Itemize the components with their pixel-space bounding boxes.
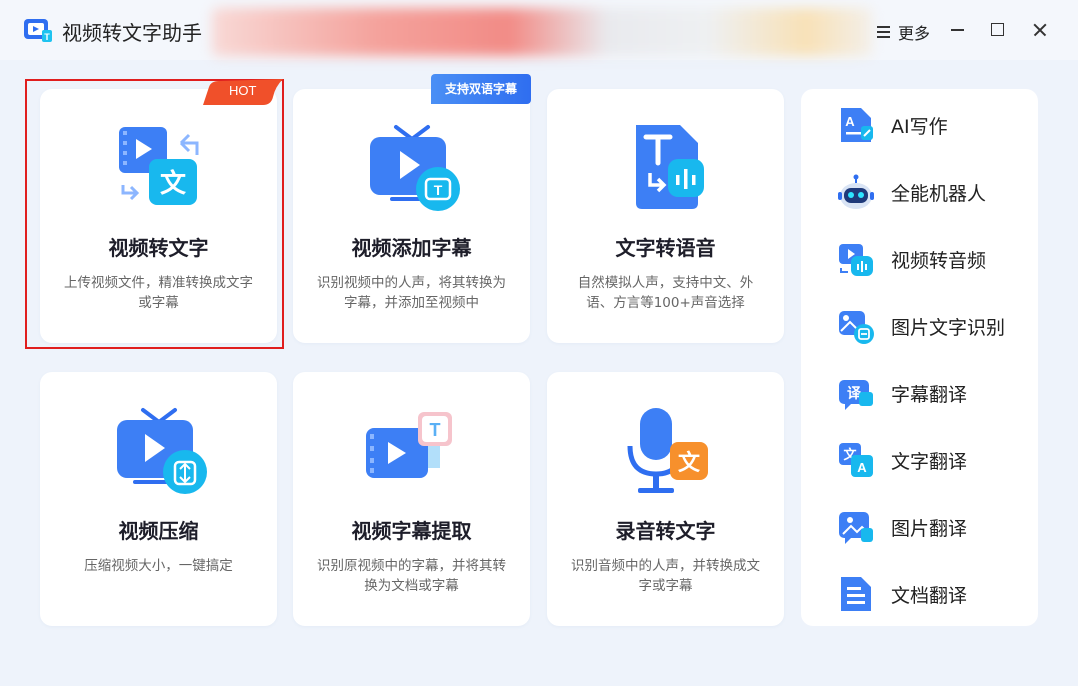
close-button[interactable] [1028, 18, 1052, 42]
side-item-label: AI写作 [891, 116, 948, 138]
svg-text:文: 文 [159, 168, 186, 199]
text-to-speech-icon [635, 125, 704, 209]
title-bar: T 视频转文字助手 更多 [0, 0, 1078, 60]
subtitle-translate-icon: 译 [839, 380, 873, 410]
side-item-label: 图片文字识别 [891, 317, 1006, 339]
card-audio-to-text[interactable]: 文 录音转文字 识别音频中的人声，并转换成文字或字幕 [547, 372, 784, 626]
card-title: 视频压缩 [118, 519, 199, 543]
side-item-ai-writing[interactable]: A AI写作 [801, 98, 1038, 148]
card-video-to-text[interactable]: 文 视频转文字 上传视频文件，精准转换成文字或字幕 [40, 89, 277, 343]
app-title: 视频转文字助手 [62, 21, 202, 45]
side-item-image-ocr[interactable]: 图片文字识别 [801, 299, 1038, 349]
menu-icon [876, 25, 892, 39]
side-item-text-translate[interactable]: 文 A 文字翻译 [801, 433, 1038, 483]
maximize-button[interactable] [986, 18, 1010, 42]
svg-text:T: T [429, 420, 440, 440]
subtitle-extract-icon: T [365, 412, 452, 478]
card-desc: 识别原视频中的字幕，并将其转换为文档或字幕 [317, 558, 506, 594]
card-subtitle-extract[interactable]: T 视频字幕提取 识别原视频中的字幕，并将其转换为文档或字幕 [293, 372, 530, 626]
more-label: 更多 [898, 24, 931, 43]
side-item-image-translate[interactable]: 图片翻译 [801, 500, 1038, 550]
side-item-document-translate[interactable]: 文档翻译 [801, 567, 1038, 617]
side-item-label: 字幕翻译 [891, 384, 968, 406]
video-compress-icon [116, 408, 207, 494]
image-translate-icon [839, 512, 873, 544]
robot-icon [838, 174, 874, 209]
card-title: 视频转文字 [108, 236, 209, 260]
side-item-label: 视频转音频 [891, 250, 987, 272]
card-video-compress[interactable]: 视频压缩 压缩视频大小，一键搞定 [40, 372, 277, 626]
promo-banner[interactable] [212, 8, 872, 56]
microphone-to-text-icon: 文 [627, 408, 708, 493]
ai-writing-icon: A [841, 108, 873, 142]
document-translate-icon [841, 577, 871, 611]
side-item-video-to-audio[interactable]: 视频转音频 [801, 232, 1038, 282]
side-tools-panel: A AI写作 全能机器人 视频转音频 图片文字识别 译 字幕翻译 文 A 文字翻… [801, 89, 1038, 626]
svg-text:A: A [857, 460, 867, 475]
side-item-label: 全能机器人 [891, 183, 987, 205]
video-to-audio-icon [839, 244, 873, 276]
card-title: 视频添加字幕 [351, 236, 472, 260]
side-item-subtitle-translate[interactable]: 译 字幕翻译 [801, 366, 1038, 416]
side-item-label: 文档翻译 [891, 585, 968, 607]
minimize-button[interactable] [946, 18, 970, 42]
bilingual-subtitle-badge: 支持双语字幕 [431, 74, 531, 104]
app-logo-icon: T [24, 19, 52, 42]
svg-text:T: T [44, 32, 50, 42]
video-to-text-icon: 文 [118, 127, 198, 205]
tv-subtitle-icon: T [369, 125, 460, 211]
side-item-label: 图片翻译 [891, 518, 968, 540]
svg-text:A: A [845, 114, 855, 129]
card-desc: 识别视频中的人声，将其转换为字幕，并添加至视频中 [317, 275, 506, 311]
side-item-robot[interactable]: 全能机器人 [801, 165, 1038, 215]
svg-text:文: 文 [677, 450, 700, 476]
side-item-label: 文字翻译 [891, 451, 968, 473]
card-desc: 上传视频文件，精准转换成文字或字幕 [64, 275, 253, 311]
card-text-to-speech[interactable]: 文字转语音 自然模拟人声，支持中文、外语、方言等100+声音选择 [547, 89, 784, 343]
card-desc: 识别音频中的人声，并转换成文字或字幕 [571, 558, 760, 594]
card-desc: 压缩视频大小，一键搞定 [84, 558, 233, 574]
card-add-subtitles[interactable]: T 视频添加字幕 识别视频中的人声，将其转换为字幕，并添加至视频中 [293, 89, 530, 343]
more-button[interactable]: 更多 [876, 20, 930, 44]
image-ocr-icon [839, 311, 874, 344]
card-desc: 自然模拟人声，支持中文、外语、方言等100+声音选择 [577, 275, 754, 311]
card-title: 录音转文字 [615, 519, 716, 543]
text-translate-icon: 文 A [839, 443, 873, 477]
card-title: 文字转语音 [615, 236, 716, 260]
hot-badge-label: HOT [229, 83, 257, 98]
svg-text:T: T [433, 182, 442, 198]
card-title: 视频字幕提取 [351, 519, 472, 543]
